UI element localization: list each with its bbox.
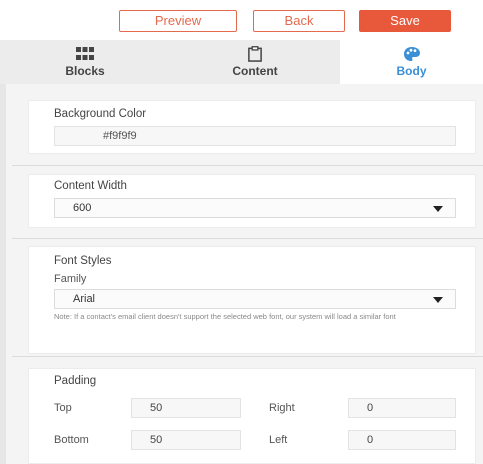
palette-icon <box>403 47 420 61</box>
editor-tabs: Blocks Content Body <box>0 40 483 84</box>
tab-blocks[interactable]: Blocks <box>0 40 170 84</box>
tab-body-label: Body <box>396 64 427 78</box>
content-width-select[interactable]: 600 <box>54 198 456 218</box>
tab-content[interactable]: Content <box>170 40 340 84</box>
background-color-input[interactable]: #f9f9f9 <box>54 126 456 146</box>
clipboard-icon <box>248 46 262 62</box>
top-action-bar: Preview Back Save <box>0 0 483 40</box>
padding-bottom-value: 50 <box>150 434 163 446</box>
padding-top-value: 50 <box>150 402 163 414</box>
chevron-down-icon <box>433 206 443 212</box>
chevron-down-icon <box>433 297 443 303</box>
padding-left-value: 0 <box>367 434 374 446</box>
background-color-value: #f9f9f9 <box>103 130 137 142</box>
font-styles-title: Font Styles <box>54 255 112 267</box>
tab-content-label: Content <box>232 64 278 78</box>
padding-bottom-label: Bottom <box>54 434 89 446</box>
section-divider <box>12 165 483 166</box>
content-width-value: 600 <box>73 202 92 214</box>
padding-title: Padding <box>54 375 97 387</box>
padding-right-value: 0 <box>367 402 374 414</box>
padding-right-label: Right <box>269 402 295 414</box>
family-label: Family <box>54 273 87 285</box>
preview-button[interactable]: Preview <box>119 10 237 32</box>
background-color-title: Background Color <box>54 108 147 120</box>
font-fallback-note: Note: If a contact's email client doesn'… <box>54 312 396 321</box>
padding-left-input[interactable]: 0 <box>348 430 456 450</box>
padding-right-input[interactable]: 0 <box>348 398 456 418</box>
save-button[interactable]: Save <box>359 10 451 32</box>
body-settings-panel[interactable]: Background Color #f9f9f9 Content Width 6… <box>0 84 483 464</box>
section-divider <box>12 238 483 239</box>
tab-body[interactable]: Body <box>340 40 483 84</box>
padding-left-label: Left <box>269 434 288 446</box>
content-width-title: Content Width <box>54 180 127 192</box>
grid-icon <box>76 47 94 60</box>
padding-bottom-input[interactable]: 50 <box>131 430 241 450</box>
padding-top-label: Top <box>54 402 72 414</box>
padding-top-input[interactable]: 50 <box>131 398 241 418</box>
font-family-select[interactable]: Arial <box>54 289 456 309</box>
tab-blocks-label: Blocks <box>65 64 105 78</box>
back-button[interactable]: Back <box>253 10 345 32</box>
section-divider <box>12 356 483 357</box>
font-family-value: Arial <box>73 293 96 305</box>
